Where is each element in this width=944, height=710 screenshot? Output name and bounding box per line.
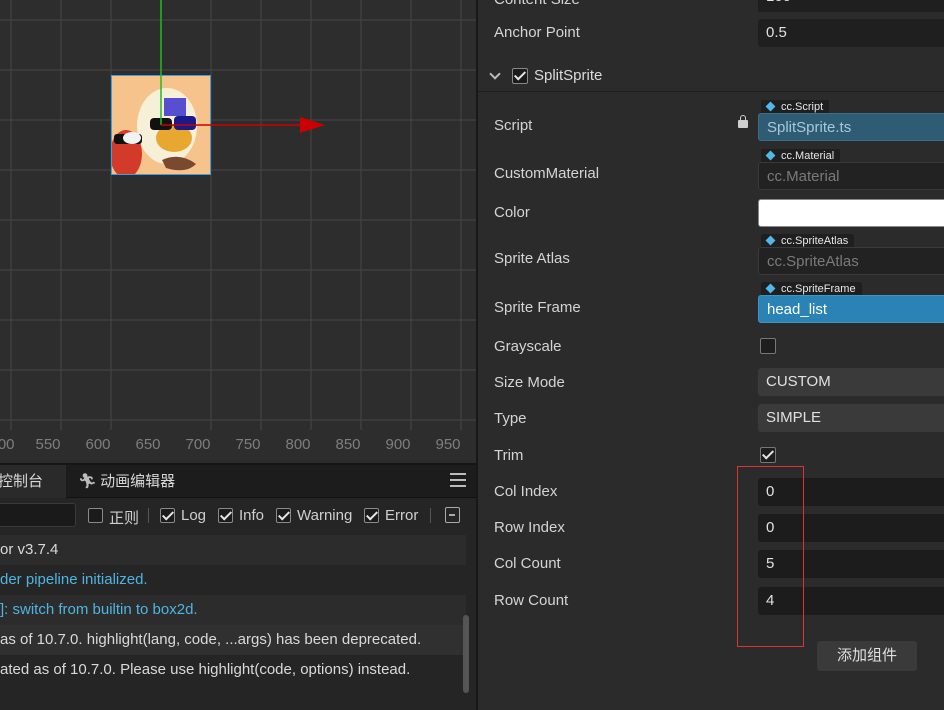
add-component-button[interactable]: 添加组件 [817, 641, 917, 671]
axis-tick-label: 800 [285, 436, 311, 453]
content-size-field[interactable]: 100 [758, 0, 944, 12]
error-label: Error [385, 507, 419, 524]
annotation-highlight-box [737, 466, 804, 647]
warning-checkbox[interactable] [276, 508, 291, 523]
log-label: Log [181, 507, 207, 524]
log-entry[interactable]: as of 10.7.0. highlight(lang, code, ...a… [0, 625, 466, 655]
log-entry[interactable]: ]: switch from builtin to box2d. [0, 595, 466, 625]
sprite-atlas-field[interactable]: cc.SpriteAtlas [758, 247, 944, 275]
lock-icon [738, 115, 748, 128]
size-mode-select[interactable]: CUSTOM [758, 368, 944, 396]
size-mode-label: Size Mode [494, 374, 565, 391]
axis-tick-label: 600 [85, 436, 111, 453]
info-label: Info [239, 507, 265, 524]
log-checkbox[interactable] [160, 508, 175, 523]
filter-divider [148, 508, 149, 523]
script-field[interactable]: SplitSprite.ts [758, 113, 944, 141]
custom-material-label: CustomMaterial [494, 165, 600, 182]
type-select[interactable]: SIMPLE [758, 404, 944, 432]
script-asset-tag: cc.Script [761, 100, 830, 114]
sprite-atlas-label: Sprite Atlas [494, 250, 570, 267]
regex-label: 正则 [109, 510, 140, 527]
run-icon: 🏃︎ [78, 473, 98, 490]
col-count-label: Col Count [494, 555, 561, 572]
sprite-frame-label: Sprite Frame [494, 299, 581, 316]
component-header[interactable]: SplitSprite [478, 62, 944, 92]
axis-tick-label: 500 [0, 436, 15, 453]
sprite-image [112, 76, 210, 174]
anchor-point-field[interactable]: 0.5 [758, 19, 944, 47]
axis-tick-label: 750 [235, 436, 261, 453]
frame-asset-tag: cc.SpriteFrame [761, 282, 862, 296]
log-entry-text: or v3.7.4 [0, 541, 59, 558]
panel-tabbar: 控制台 🏃︎ 动画编辑器 [0, 465, 476, 498]
chevron-down-icon[interactable] [489, 68, 501, 80]
sprite-frame-field[interactable]: head_list [758, 295, 944, 323]
scene-grid [0, 0, 476, 430]
atlas-asset-tag: cc.SpriteAtlas [761, 234, 855, 248]
material-asset-tag: cc.Material [761, 149, 841, 163]
filter-divider [430, 508, 431, 523]
content-size-label: Content Size [494, 0, 580, 8]
info-checkbox[interactable] [218, 508, 233, 523]
asset-tag-text: cc.Script [781, 101, 824, 113]
inspector-panel: Content Size 100 Anchor Point 0.5 SplitS… [476, 0, 944, 710]
log-entry-text: as of 10.7.0. highlight(lang, code, ...a… [0, 631, 422, 648]
row-index-label: Row Index [494, 519, 565, 536]
axis-tick-label: 900 [385, 436, 411, 453]
log-entry[interactable]: der pipeline initialized. [0, 565, 466, 595]
log-entry[interactable]: or v3.7.4 [0, 535, 466, 565]
error-checkbox[interactable] [364, 508, 379, 523]
panel-menu-icon[interactable] [450, 473, 466, 487]
asset-tag-text: cc.Material [781, 150, 835, 162]
tab-console[interactable]: 控制台 [0, 465, 66, 498]
axis-tick-label: 650 [135, 436, 161, 453]
tab-console-label: 控制台 [0, 473, 44, 490]
asset-diamond-icon [765, 283, 776, 294]
console-filter-bar: 正则 Log Info Warning Error [0, 500, 476, 532]
asset-diamond-icon [765, 235, 776, 246]
sprite-preview[interactable] [111, 75, 211, 175]
axis-tick-label: 700 [185, 436, 211, 453]
trim-label: Trim [494, 447, 524, 464]
axis-tick-label: 850 [335, 436, 361, 453]
custom-material-field[interactable]: cc.Material [758, 162, 944, 190]
component-name: SplitSprite [534, 67, 603, 84]
script-label: Script [494, 117, 533, 134]
warning-label: Warning [297, 507, 353, 524]
log-entry-text: ]: switch from builtin to box2d. [0, 601, 198, 618]
type-label: Type [494, 410, 527, 427]
anchor-point-label: Anchor Point [494, 24, 580, 41]
grayscale-label: Grayscale [494, 338, 562, 355]
console-panel: 控制台 🏃︎ 动画编辑器 正则 Log Info Warning Error o… [0, 463, 476, 710]
row-count-label: Row Count [494, 592, 569, 609]
component-enable-checkbox[interactable] [512, 68, 528, 84]
tab-animation-editor-label: 动画编辑器 [100, 473, 176, 490]
clear-console-icon[interactable] [445, 507, 460, 523]
log-entry-text: der pipeline initialized. [0, 571, 148, 588]
log-entry[interactable]: ated as of 10.7.0. Please use highlight(… [0, 655, 466, 685]
col-index-label: Col Index [494, 483, 558, 500]
trim-checkbox[interactable] [760, 447, 776, 463]
console-search-input[interactable] [0, 503, 76, 527]
color-label: Color [494, 204, 530, 221]
grayscale-checkbox[interactable] [760, 338, 776, 354]
log-entry-text: ated as of 10.7.0. Please use highlight(… [0, 661, 411, 678]
asset-diamond-icon [765, 150, 776, 161]
tab-animation-editor[interactable]: 🏃︎ 动画编辑器 [68, 465, 198, 498]
console-scrollbar[interactable] [463, 615, 469, 693]
asset-tag-text: cc.SpriteAtlas [781, 235, 849, 247]
regex-checkbox[interactable] [88, 508, 103, 523]
scene-view[interactable]: 500 550 600 650 700 750 800 850 900 950 [0, 0, 476, 463]
asset-tag-text: cc.SpriteFrame [781, 283, 856, 295]
console-log-list[interactable]: or v3.7.4 der pipeline initialized. ]: s… [0, 535, 466, 685]
color-swatch[interactable] [758, 199, 944, 227]
axis-tick-label: 550 [35, 436, 61, 453]
axis-tick-label: 950 [435, 436, 461, 453]
asset-diamond-icon [765, 101, 776, 112]
